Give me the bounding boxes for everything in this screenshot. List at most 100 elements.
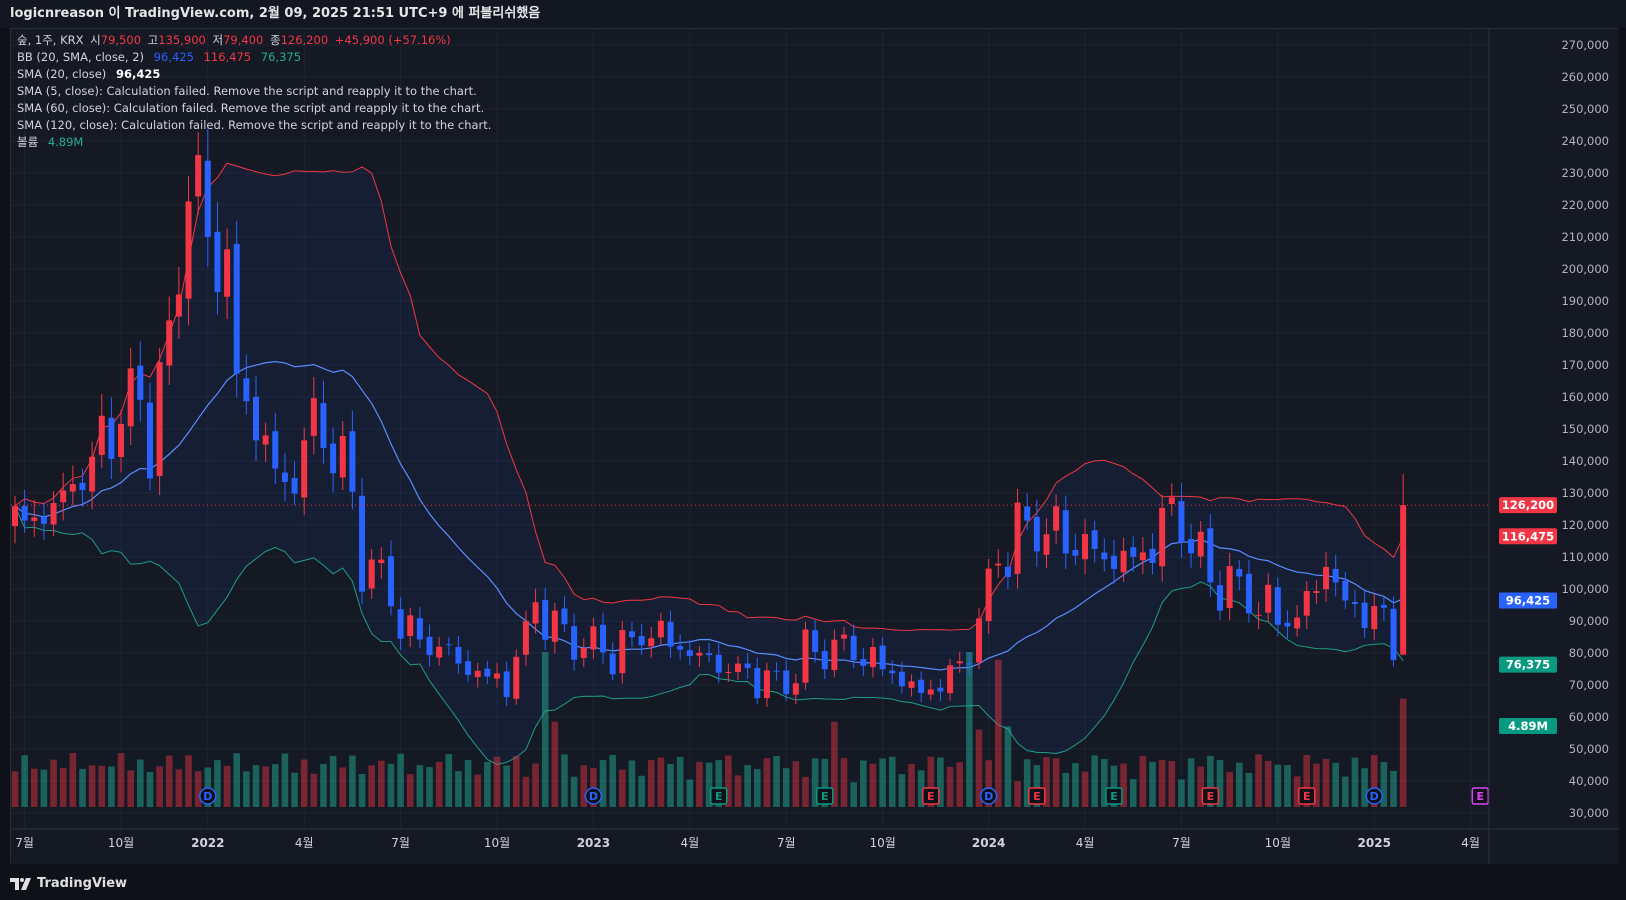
candle-body[interactable] — [1371, 606, 1378, 630]
candle-body[interactable] — [1265, 584, 1272, 613]
candle-body[interactable] — [1072, 549, 1079, 556]
candle-body[interactable] — [677, 645, 684, 650]
candle-body[interactable] — [60, 490, 67, 503]
candle-body[interactable] — [532, 602, 539, 624]
candle-body[interactable] — [1168, 497, 1175, 504]
candle-body[interactable] — [571, 626, 578, 660]
candle-body[interactable] — [841, 634, 848, 639]
candle-body[interactable] — [667, 621, 674, 647]
candle-body[interactable] — [1400, 505, 1407, 655]
candle-body[interactable] — [484, 668, 491, 677]
candle-body[interactable] — [908, 681, 915, 688]
candle-body[interactable] — [98, 415, 105, 455]
candle-body[interactable] — [966, 663, 973, 665]
candle-body[interactable] — [1159, 507, 1166, 567]
candle-body[interactable] — [1004, 566, 1011, 577]
candle-body[interactable] — [465, 661, 472, 675]
candle-body[interactable] — [262, 435, 269, 445]
candle-body[interactable] — [619, 630, 626, 674]
candle-body[interactable] — [561, 608, 568, 625]
candle-body[interactable] — [763, 670, 770, 699]
candle-body[interactable] — [21, 505, 28, 521]
candle-body[interactable] — [927, 689, 934, 695]
sma60-error[interactable]: SMA (60, close): Calculation failed. Rem… — [17, 100, 491, 117]
candle-body[interactable] — [89, 456, 96, 492]
candle-body[interactable] — [330, 443, 337, 474]
candle-body[interactable] — [715, 654, 722, 673]
candle-body[interactable] — [118, 423, 125, 457]
candle-body[interactable] — [1351, 601, 1358, 605]
candle-body[interactable] — [416, 618, 423, 640]
candle-body[interactable] — [301, 440, 308, 498]
candle-body[interactable] — [725, 671, 732, 673]
candle-body[interactable] — [494, 673, 500, 679]
candle-body[interactable] — [31, 517, 38, 521]
sma5-error[interactable]: SMA (5, close): Calculation failed. Remo… — [17, 83, 491, 100]
candle-body[interactable] — [1101, 552, 1108, 560]
candle-body[interactable] — [233, 243, 240, 374]
candle-body[interactable] — [79, 482, 86, 491]
candle-body[interactable] — [696, 652, 703, 656]
candle-body[interactable] — [378, 559, 385, 564]
candle-body[interactable] — [754, 668, 761, 699]
candle-body[interactable] — [1245, 573, 1252, 614]
candle-body[interactable] — [426, 636, 433, 656]
candle-body[interactable] — [1082, 534, 1089, 560]
candle-body[interactable] — [359, 495, 366, 592]
candle-body[interactable] — [609, 653, 616, 675]
candle-body[interactable] — [995, 563, 1002, 566]
sma120-error[interactable]: SMA (120, close): Calculation failed. Re… — [17, 117, 491, 134]
candle-body[interactable] — [1110, 555, 1117, 569]
candle-body[interactable] — [185, 201, 192, 299]
candle-body[interactable] — [1303, 591, 1310, 616]
volume-label[interactable]: 볼륨 — [17, 135, 38, 149]
candle-body[interactable] — [1120, 550, 1127, 573]
candle-body[interactable] — [1091, 530, 1098, 549]
candle-body[interactable] — [368, 559, 375, 589]
candle-body[interactable] — [947, 665, 954, 694]
candle-body[interactable] — [397, 609, 404, 639]
candle-body[interactable] — [735, 663, 741, 672]
candle-body[interactable] — [474, 670, 481, 678]
chart-frame[interactable]: D D E E E D E E E E D E 270,000 260,000 250,000 240,000… — [10, 28, 1619, 864]
candle-body[interactable] — [580, 647, 587, 659]
candle-body[interactable] — [214, 231, 221, 292]
candle-body[interactable] — [1380, 604, 1387, 608]
candle-body[interactable] — [445, 644, 452, 646]
candle-body[interactable] — [1390, 608, 1397, 661]
candle-body[interactable] — [272, 431, 279, 469]
candle-body[interactable] — [291, 478, 298, 494]
candle-body[interactable] — [937, 687, 944, 692]
candle-body[interactable] — [1323, 567, 1330, 590]
candle-body[interactable] — [503, 671, 510, 698]
candle-body[interactable] — [802, 629, 809, 683]
candle-body[interactable] — [522, 621, 529, 655]
candle-body[interactable] — [1207, 528, 1214, 583]
candle-body[interactable] — [542, 599, 549, 640]
candle-body[interactable] — [744, 663, 751, 668]
candle-body[interactable] — [1053, 506, 1060, 531]
candle-body[interactable] — [127, 368, 134, 427]
candle-body[interactable] — [146, 402, 153, 479]
candle-body[interactable] — [1062, 510, 1069, 554]
candle-body[interactable] — [195, 155, 202, 197]
candle-body[interactable] — [204, 160, 211, 237]
candle-body[interactable] — [407, 615, 414, 637]
candle-body[interactable] — [976, 618, 982, 663]
candle-body[interactable] — [1217, 585, 1223, 611]
candle-body[interactable] — [1149, 548, 1156, 563]
candle-body[interactable] — [436, 646, 443, 658]
candle-body[interactable] — [1014, 502, 1021, 574]
candle-body[interactable] — [850, 635, 857, 661]
price-chart[interactable]: D D E E E D E E E E D E 270,000 260,000 250,000 240,000… — [11, 29, 1619, 864]
candle-body[interactable] — [638, 636, 645, 646]
candle-body[interactable] — [600, 624, 607, 653]
candle-body[interactable] — [339, 436, 346, 478]
bb-label[interactable]: BB (20, SMA, close, 2) — [17, 50, 144, 64]
candle-body[interactable] — [869, 647, 876, 668]
candle-body[interactable] — [985, 568, 992, 622]
candle-body[interactable] — [1361, 602, 1368, 629]
candle-body[interactable] — [243, 378, 250, 402]
candle-body[interactable] — [648, 638, 655, 647]
tradingview-logo[interactable]: TradingView — [10, 876, 127, 891]
